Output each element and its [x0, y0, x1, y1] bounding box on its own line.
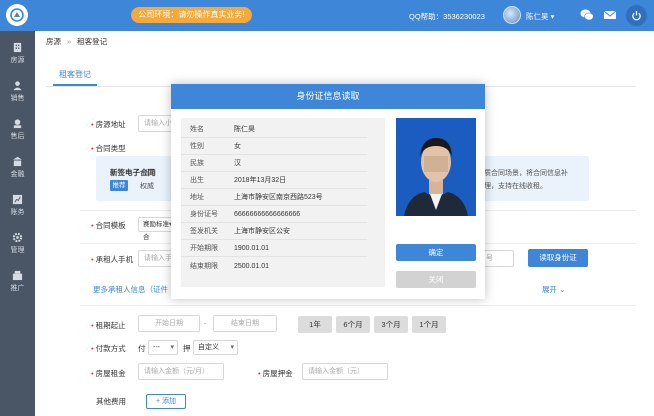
pay-label: 付	[138, 344, 146, 353]
chevron-down-icon: ⌄	[559, 285, 566, 294]
contract-description-right-2: 理，支持在线收租。	[484, 183, 547, 190]
breadcrumb-root[interactable]: 房源	[46, 37, 61, 46]
id-info-row: 姓名 陈仁昊	[181, 121, 367, 138]
contract-description-right: 质合同场景，将合同信息补	[484, 170, 568, 177]
building-icon	[13, 42, 22, 53]
pay-select[interactable]: ---	[148, 340, 178, 355]
id-info-key: 开始期限	[190, 245, 218, 252]
period-1-month-button[interactable]: 1个月	[412, 316, 446, 333]
phone-label: 承租人手机	[91, 254, 134, 265]
close-button[interactable]: 关闭	[396, 271, 476, 288]
deposit-multiplier-label: 押	[183, 344, 191, 353]
sidebar-item-sales[interactable]: 销售	[0, 75, 35, 109]
dialog-title: 身份证信息读取	[171, 84, 485, 109]
end-date-input[interactable]: 结束日期	[213, 315, 277, 332]
id-info-row: 身份证号 66666666666666666	[181, 206, 367, 223]
sidebar-item-accounts[interactable]: 账务	[0, 189, 35, 223]
wechat-icon[interactable]	[580, 8, 594, 22]
deposit-select[interactable]: 自定义	[193, 340, 238, 355]
tab-tenant-registration[interactable]: 租客登记	[59, 69, 91, 80]
promotion-icon	[12, 270, 23, 281]
phone-input-right[interactable]: 号	[480, 250, 514, 267]
users-icon	[13, 81, 22, 91]
template-label: 合同模板	[91, 220, 126, 231]
id-info-value: 汉	[234, 160, 241, 167]
recommend-badge: 推荐	[110, 180, 128, 191]
contract-description: 适用	[142, 170, 156, 177]
divider	[80, 305, 636, 306]
id-info-value: 上海市静安区南京西路523号	[234, 194, 323, 201]
breadcrumb-separator: »	[67, 37, 72, 46]
id-info-value: 女	[234, 143, 241, 150]
id-info-row: 地址 上海市静安区南京西路523号	[181, 189, 367, 206]
avatar[interactable]	[503, 6, 521, 24]
rent-label: 房屋租金	[91, 368, 126, 379]
id-info-row: 出生 2018年13月32日	[181, 172, 367, 189]
date-separator: -	[204, 319, 207, 328]
gear-icon	[12, 232, 23, 243]
id-info-key: 民族	[190, 160, 204, 167]
service-icon	[13, 119, 22, 129]
id-info-row: 民族 汉	[181, 155, 367, 172]
address-label: 房源地址	[91, 119, 126, 130]
sidebar-item-housing[interactable]: 房源	[0, 37, 35, 71]
breadcrumb: 房源 » 租客登记	[46, 36, 107, 47]
rent-period-label: 租期起止	[91, 320, 126, 331]
bank-icon	[12, 156, 23, 167]
id-info-value: 2018年13月32日	[234, 177, 287, 184]
payment-label: 付款方式	[91, 343, 126, 354]
id-info-key: 地址	[190, 194, 204, 201]
period-1-year-button[interactable]: 1年	[298, 316, 332, 333]
expand-link[interactable]: 展开 ⌄	[542, 284, 565, 295]
sidebar-item-management[interactable]: 管理	[0, 227, 35, 261]
id-info-row: 签发机关 上海市静安区公安	[181, 223, 367, 240]
logo-icon[interactable]	[6, 4, 28, 26]
id-info-key: 签发机关	[190, 228, 218, 235]
sidebar: 房源 销售 售后 金融 账务 管理 推广	[0, 31, 35, 416]
qq-help: QQ帮助：3536230023	[409, 12, 485, 21]
contract-description-2: 权威	[140, 183, 154, 190]
id-card-dialog: 身份证信息读取 姓名 陈仁昊 性别女民族汉出生 2018年13月32日 地址 上海市静安区…	[171, 84, 485, 299]
id-info-value: 2500.01.01	[234, 263, 270, 270]
id-info-key: 结束期限	[190, 263, 218, 270]
id-info-value: 66666666666666666	[234, 211, 301, 218]
mail-icon[interactable]	[603, 8, 617, 22]
breadcrumb-current: 租客登记	[77, 37, 108, 46]
read-id-card-button[interactable]: 读取身份证	[528, 249, 588, 267]
more-renters-link[interactable]: 更多承租人信息（证件	[93, 284, 168, 295]
id-info-row: 开始期限 1900.01.01	[181, 240, 367, 257]
id-photo	[396, 118, 476, 216]
sidebar-item-aftersales[interactable]: 售后	[0, 113, 35, 147]
confirm-button[interactable]: 确定	[396, 244, 476, 261]
start-date-input[interactable]: 开始日期	[138, 315, 200, 332]
id-info-key: 性别	[190, 143, 204, 150]
rent-input[interactable]: 请输入金额（元/月）	[138, 363, 224, 380]
environment-notice: 公司环境：请勿操作真实业务!	[131, 7, 252, 23]
deposit-input[interactable]: 请输入金额（元）	[302, 363, 388, 380]
period-3-months-button[interactable]: 3个月	[374, 316, 408, 333]
chart-icon	[12, 194, 23, 205]
id-info-key: 出生	[190, 177, 204, 184]
id-info-key: 姓名	[190, 126, 204, 133]
logout-button[interactable]	[626, 5, 647, 26]
contract-type-label: 合同类型	[91, 143, 126, 154]
power-icon	[632, 10, 641, 21]
id-info-row: 性别 女	[181, 138, 367, 155]
id-info-value: 陈仁昊	[234, 126, 255, 133]
id-info-value: 上海市静安区公安	[234, 228, 290, 235]
id-info-value: 1900.01.01	[234, 245, 270, 252]
deposit-label: 房屋押金	[258, 368, 293, 379]
other-fees-label: 其他费用	[96, 397, 126, 406]
add-fee-button[interactable]: + 添加	[146, 394, 186, 409]
sidebar-item-promotion[interactable]: 推广	[0, 265, 35, 299]
top-bar: 公司环境：请勿操作真实业务! QQ帮助：3536230023 陈仁昊 ▾	[0, 0, 654, 31]
user-menu[interactable]: 陈仁昊 ▾	[526, 11, 554, 22]
id-info-row: 结束期限 2500.01.01	[181, 258, 367, 275]
period-6-months-button[interactable]: 6个月	[336, 316, 370, 333]
sidebar-item-finance[interactable]: 金融	[0, 151, 35, 185]
id-info-key: 身份证号	[190, 211, 218, 218]
